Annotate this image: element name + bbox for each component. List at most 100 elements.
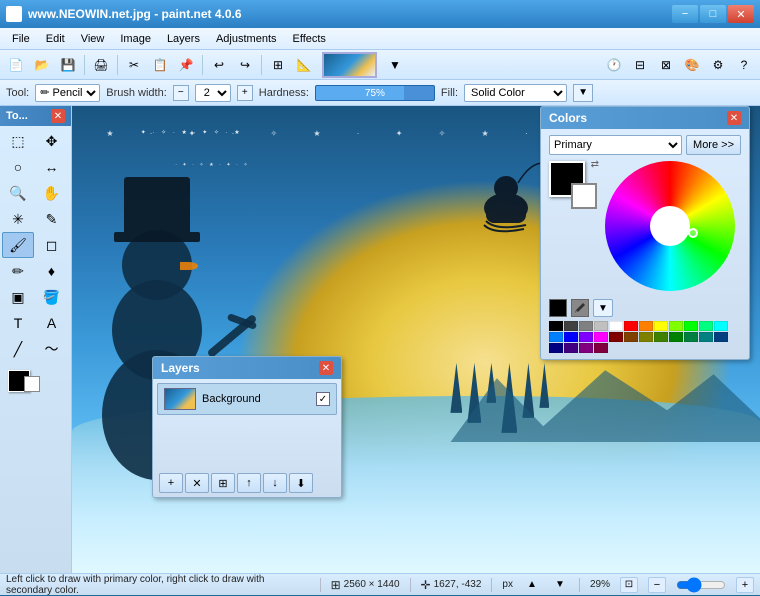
tool-move-selection[interactable]: ↔ [36, 154, 68, 180]
add-color-button[interactable]: ▼ [593, 299, 613, 317]
unit-down-button[interactable]: ▼ [551, 578, 569, 592]
layer-visibility-checkbox[interactable]: ✓ [316, 392, 330, 406]
palette-purple[interactable] [579, 332, 593, 342]
copy-button[interactable]: 📋 [148, 53, 172, 77]
paste-button[interactable]: 📌 [174, 53, 198, 77]
redo-button[interactable]: ↪ [233, 53, 257, 77]
palette-maroon[interactable] [609, 332, 623, 342]
palette-darkgreen[interactable] [669, 332, 683, 342]
active-tool-select[interactable]: ✏ Pencil [35, 84, 100, 102]
brush-increase-button[interactable]: + [237, 85, 253, 101]
tool-paint-bucket[interactable]: 🪣 [36, 284, 68, 310]
new-button[interactable]: 📄 [4, 53, 28, 77]
palette-darkgray[interactable] [564, 321, 578, 331]
tool-pencil[interactable]: ✏ [2, 258, 34, 284]
tool-clone-stamp[interactable]: ✎ [36, 206, 68, 232]
color-mode-select[interactable]: Primary Secondary [549, 135, 682, 155]
cut-button[interactable]: ✂ [122, 53, 146, 77]
tool-shapes[interactable]: A [36, 310, 68, 336]
tool-curves[interactable]: 〜 [36, 336, 68, 362]
palette-black[interactable] [549, 321, 563, 331]
palette-darkblue[interactable] [549, 343, 563, 353]
more-tb-button[interactable]: ▼ [383, 53, 407, 77]
palette-teal[interactable] [684, 332, 698, 342]
tool-magic-wand[interactable]: ✳ [2, 206, 34, 232]
menu-view[interactable]: View [73, 31, 113, 47]
menu-file[interactable]: File [4, 31, 38, 47]
layers-tb-button[interactable]: ⊠ [654, 53, 678, 77]
move-layer-up-button[interactable]: ↑ [237, 473, 261, 493]
color-wheel-cursor[interactable] [688, 228, 698, 238]
tool-lasso[interactable]: ○ [2, 154, 34, 180]
secondary-color-swatch[interactable] [571, 183, 597, 209]
swap-colors-button[interactable]: ⇄ [591, 159, 599, 170]
toolbox-secondary-swatch[interactable] [24, 376, 40, 392]
tool-move[interactable]: ✥ [36, 128, 68, 154]
move-layer-down-button[interactable]: ↓ [263, 473, 287, 493]
tool-pan[interactable]: ✋ [36, 180, 68, 206]
open-button[interactable]: 📂 [30, 53, 54, 77]
tool-eraser[interactable]: ◻ [36, 232, 68, 258]
toolbox-close-button[interactable]: ✕ [51, 109, 65, 123]
tool-gradient[interactable]: ▣ [2, 284, 34, 310]
delete-layer-button[interactable]: ✕ [185, 473, 209, 493]
palette-red[interactable] [624, 321, 638, 331]
palette-green[interactable] [684, 321, 698, 331]
zoom-in-button[interactable]: + [736, 577, 754, 593]
grid-button[interactable]: ⊞ [266, 53, 290, 77]
palette-mint[interactable] [699, 321, 713, 331]
palette-darklime[interactable] [654, 332, 668, 342]
menu-edit[interactable]: Edit [38, 31, 73, 47]
save-button[interactable]: 💾 [56, 53, 80, 77]
help-button[interactable]: ? [732, 53, 756, 77]
tool-brush[interactable]: 🖌 [2, 232, 34, 258]
palette-navy[interactable] [714, 332, 728, 342]
close-button[interactable]: ✕ [728, 5, 754, 23]
color-wheel[interactable] [605, 161, 735, 291]
black-swatch[interactable] [549, 299, 567, 317]
settings-button[interactable]: ⚙ [706, 53, 730, 77]
minimize-button[interactable]: − [672, 5, 698, 23]
print-button[interactable]: 🖨 [89, 53, 113, 77]
palette-blue[interactable] [564, 332, 578, 342]
palette-magenta[interactable] [594, 332, 608, 342]
zoom-out-button[interactable]: − [648, 577, 666, 593]
palette-lime[interactable] [669, 321, 683, 331]
unit-up-button[interactable]: ▲ [523, 578, 541, 592]
palette-darkcyan[interactable] [699, 332, 713, 342]
undo-button[interactable]: ↩ [207, 53, 231, 77]
color-dropper-button[interactable] [571, 299, 589, 317]
menu-image[interactable]: Image [112, 31, 159, 47]
canvas-area[interactable]: ✦ · ✧ · ★ · ✦ ✧ · ★ · ✦ · ✧ ★ · ✦ · ✧ [72, 106, 760, 573]
tool-rectangle-select[interactable]: ⬚ [2, 128, 34, 154]
palette-olive[interactable] [639, 332, 653, 342]
merge-layer-button[interactable]: ⬇ [289, 473, 313, 493]
palette-lightblue[interactable] [549, 332, 563, 342]
view-button[interactable]: ⊟ [628, 53, 652, 77]
tool-zoom[interactable]: 🔍 [2, 180, 34, 206]
history-button[interactable]: 🕐 [602, 53, 626, 77]
color-wheel-area[interactable] [605, 161, 735, 291]
zoom-slider[interactable] [676, 578, 726, 592]
brush-width-select[interactable]: 248 [195, 84, 231, 102]
menu-effects[interactable]: Effects [285, 31, 334, 47]
brush-decrease-button[interactable]: − [173, 85, 189, 101]
layers-close-button[interactable]: ✕ [319, 361, 333, 375]
palette-darkmagenta[interactable] [579, 343, 593, 353]
duplicate-layer-button[interactable]: ⊞ [211, 473, 235, 493]
image-thumbnail[interactable] [322, 52, 377, 78]
layer-item-background[interactable]: Background ✓ [157, 383, 337, 415]
tool-recolor[interactable]: ♦ [36, 258, 68, 284]
palette-white[interactable] [609, 321, 623, 331]
maximize-button[interactable]: □ [700, 5, 726, 23]
hardness-bar[interactable]: 75% [315, 85, 435, 101]
colors-close-button[interactable]: ✕ [727, 111, 741, 125]
palette-lightgray[interactable] [594, 321, 608, 331]
palette-brown[interactable] [624, 332, 638, 342]
palette-gray[interactable] [579, 321, 593, 331]
palette-darkpurple[interactable] [564, 343, 578, 353]
ruler-button[interactable]: 📐 [292, 53, 316, 77]
menu-adjustments[interactable]: Adjustments [208, 31, 285, 47]
tool-text[interactable]: T [2, 310, 34, 336]
fill-type-select[interactable]: Solid Color Linear Gradient Radial Gradi… [464, 84, 567, 102]
